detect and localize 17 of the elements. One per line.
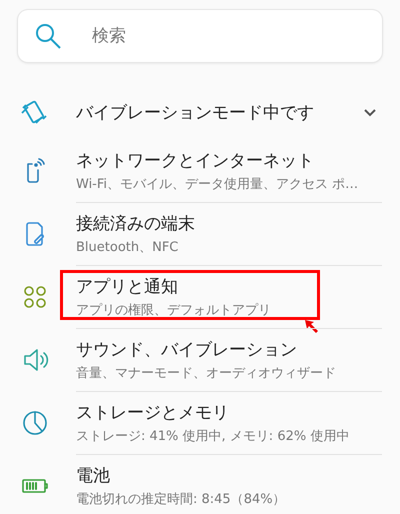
item-summary: アプリの権限、デフォルトアプリ	[76, 302, 272, 319]
vibrating-phone-icon	[20, 98, 48, 126]
item-summary: 音量、マナーモード、オーディオウィザード	[76, 365, 337, 382]
item-summary: 電池切れの推定時間: 8:45（84%）	[76, 491, 287, 508]
item-summary: Bluetooth、NFC	[76, 239, 180, 256]
search-field[interactable]: 検索	[18, 10, 382, 62]
item-title[interactable]: 接続済みの端末	[76, 212, 382, 235]
search-icon	[34, 22, 62, 50]
item-title[interactable]: ネットワークとインターネット	[76, 148, 382, 172]
item-title[interactable]: 電池	[76, 464, 382, 487]
item-title[interactable]: ストレージとメモリ	[76, 401, 382, 424]
item-title[interactable]: サウンド、バイブレーション	[76, 338, 382, 361]
status-label: バイブレーションモード中です	[76, 102, 315, 124]
pointer-arrow	[302, 317, 320, 335]
item-summary: Wi-Fi、モバイル、データ使用量、アクセス ポ…	[76, 176, 360, 192]
item-title[interactable]: アプリと通知	[76, 275, 382, 298]
item-summary: ストレージ: 41% 使用中, メモリ: 62% 使用中	[76, 428, 350, 445]
